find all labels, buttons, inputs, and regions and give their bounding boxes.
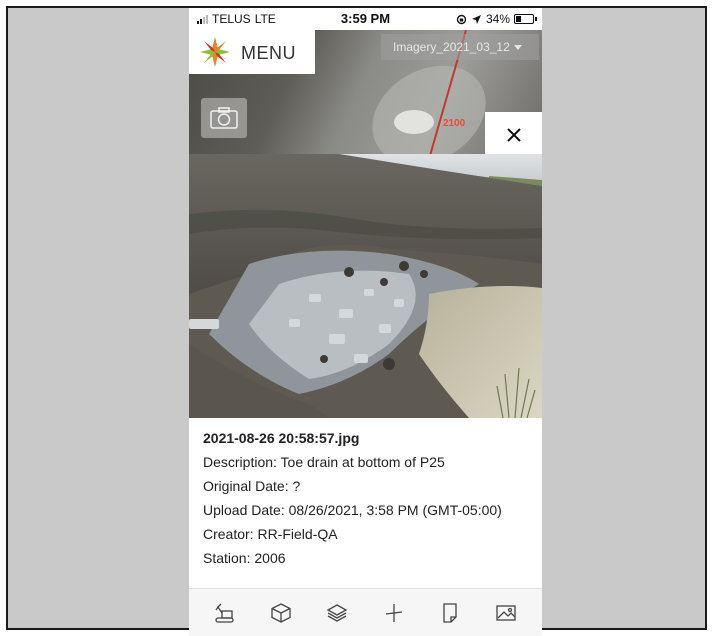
survey-icon xyxy=(385,603,402,622)
image-button[interactable] xyxy=(490,597,522,629)
survey-button[interactable] xyxy=(378,597,410,629)
cube-button[interactable] xyxy=(265,597,297,629)
status-right: 34% xyxy=(456,12,537,26)
close-button[interactable] xyxy=(485,112,542,158)
app-logo-icon xyxy=(200,37,230,67)
imagery-select-value: Imagery_2021_03_12 xyxy=(393,40,510,54)
photo-description: Description: Toe drain at bottom of P25 xyxy=(203,454,445,470)
battery-percent: 34% xyxy=(485,12,510,26)
image-icon xyxy=(496,604,516,621)
site-photo xyxy=(189,154,542,418)
menu-label: MENU xyxy=(241,43,296,63)
bottom-toolbar xyxy=(189,588,542,636)
page-icon xyxy=(443,602,457,623)
excavator-button[interactable] xyxy=(209,597,241,629)
site-photo-image xyxy=(189,154,542,418)
page-button[interactable] xyxy=(434,597,466,629)
photo-creator: Creator: RR-Field-QA xyxy=(203,526,338,542)
station-marker-label: 2100 xyxy=(443,118,466,129)
phone-screen: TELUS LTE 3:59 PM 34% 2100 MENU Imagery_… xyxy=(189,8,542,636)
location-arrow-icon xyxy=(471,14,481,24)
camera-icon xyxy=(210,107,238,129)
cube-icon xyxy=(271,602,291,623)
layers-button[interactable] xyxy=(321,597,353,629)
excavator-icon xyxy=(215,603,234,623)
camera-button[interactable] xyxy=(201,98,247,138)
layers-icon xyxy=(327,603,348,622)
map-terrain xyxy=(354,46,504,156)
imagery-dropdown[interactable]: Imagery_2021_03_12 xyxy=(381,34,539,60)
photo-original-date: Original Date: ? xyxy=(203,478,301,494)
photo-details: 2021-08-26 20:58:57.jpg Description: Toe… xyxy=(189,418,542,598)
status-bar: TELUS LTE 3:59 PM 34% xyxy=(189,8,542,30)
chevron-down-icon xyxy=(513,44,522,50)
menu-button[interactable]: MENU xyxy=(189,30,315,74)
battery-icon xyxy=(514,14,537,24)
rotation-lock-icon xyxy=(456,14,467,24)
map-terrain-highlight xyxy=(394,110,434,134)
close-icon xyxy=(506,128,521,142)
photo-upload-date: Upload Date: 08/26/2021, 3:58 PM (GMT-05… xyxy=(203,502,502,518)
photo-station: Station: 2006 xyxy=(203,550,286,566)
photo-filename: 2021-08-26 20:58:57.jpg xyxy=(203,430,360,446)
